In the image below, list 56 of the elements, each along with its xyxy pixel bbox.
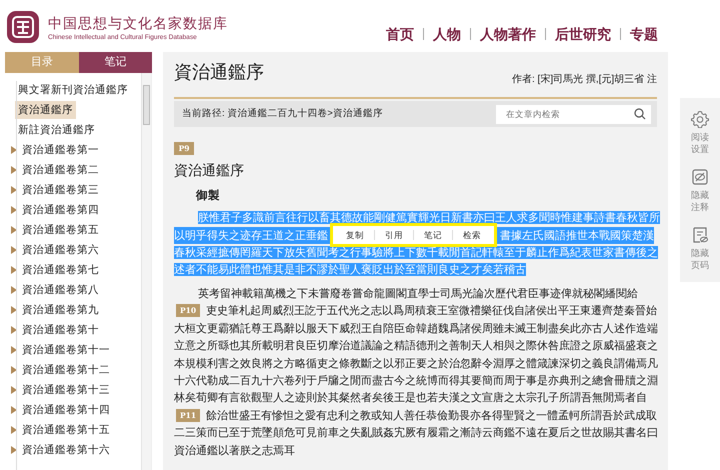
rail-label: 隐藏页码	[691, 247, 709, 271]
text-line: 餘治世盛王有慘怛之愛有忠利之教或知人善任恭儉勤畏亦各得聖賢之一體孟軻所謂吾於武成取	[206, 408, 658, 422]
text-line: 立意之所繇也其所載明君良臣切摩治道議論之精語德刑之善制天人相與之際休咎庶證之原威福盛衰之	[174, 339, 658, 352]
toolbar-button[interactable]: 复制	[342, 226, 368, 244]
rail-label: 阅读设置	[691, 131, 709, 155]
tree-item[interactable]: 資治通鑑卷第十六	[8, 441, 113, 459]
search-icon	[634, 108, 646, 120]
breadcrumb-path: 当前路径: 資治通鑑二百九十四卷>資治通鑑序	[182, 106, 383, 121]
tree-item[interactable]: 資治通鑑卷第二	[8, 161, 102, 179]
tree-item[interactable]: 資治通鑑卷第十五	[8, 421, 113, 439]
nav-link[interactable]: 人物	[424, 25, 470, 43]
text-line: 林矣荀卿有言欲觀聖人之迹則於其粲然者矣後王是也若夫漢之文宣唐之太宗孔子所謂吾無閒焉者自	[174, 391, 647, 404]
toolbar-button[interactable]: 检索	[459, 226, 485, 244]
text-line: 大桓文更霸猶託尊王爲辭以服天下威烈王自陪臣命韓趙魏爲諸侯周雖未滅王制盡矣此亦古人述作造端	[174, 322, 658, 335]
tree-item[interactable]: 資治通鑑卷第十一	[8, 341, 113, 359]
tree-item[interactable]: 資治通鑑卷第八	[8, 281, 102, 299]
author-text: 作者: [宋]司馬光 撰,[元]胡三省 注	[512, 72, 657, 87]
scrollbar[interactable]	[141, 73, 151, 470]
text-line: 十六代勒成二百九十六卷列于戶牖之閒而盡古今之統博而得其要簡而周于事是亦典刑之總會冊牘之淵	[174, 374, 658, 387]
text-line: 英考留神載籍萬機之下未嘗廢卷嘗命龍圖閣直學士司馬光論次歷代君臣事迹俾就秘閣繙閱給	[198, 286, 638, 300]
section-heading: 資治通鑑序	[174, 162, 245, 181]
sidebar-tab[interactable]: 笔记	[78, 52, 152, 73]
tree-item[interactable]: 資治通鑑卷第七	[8, 261, 102, 279]
tree-item[interactable]: 資治通鑑序	[15, 101, 76, 119]
nav-link[interactable]: 首页	[377, 25, 423, 43]
tree-item[interactable]: 資治通鑑卷第三	[8, 181, 102, 199]
tree-item[interactable]: 興文署新刊資治通鑑序	[15, 81, 131, 99]
tree-item[interactable]: 資治通鑑卷第四	[8, 201, 102, 219]
tree-item[interactable]: 新註資治通鑑序	[15, 121, 98, 139]
tree-item[interactable]: 資治通鑑卷第十	[8, 321, 102, 339]
toolbar-button[interactable]: 笔记	[420, 226, 446, 244]
tree-item[interactable]: 資治通鑑卷第六	[8, 241, 102, 259]
tree-item[interactable]: 資治通鑑卷第十四	[8, 401, 113, 419]
scroll-thumb[interactable]	[143, 85, 150, 125]
text-line: 二三策而已至于荒墜顛危可見前車之失亂賊姦宄厥有履霜之漸詩云商鑑不遠在夏后之世故賜其書名曰	[174, 426, 658, 440]
tree-item[interactable]: 資治通鑑卷第五	[8, 221, 102, 239]
text-line: 吏史筆札起周威烈王訖于五代光之志以爲周積衰王室微禮樂征伐自諸侯出平王東遷齊楚秦晉始	[206, 304, 658, 318]
section-subheading: 御製	[196, 187, 221, 204]
document-title: 資治通鑑序	[174, 61, 264, 83]
site-title: 中国思想与文化名家数据库	[48, 15, 228, 34]
search-field[interactable]: 在文章内检索	[496, 104, 651, 124]
nav-link[interactable]: 专题	[621, 25, 667, 43]
text-line: 資治通鑑以著朕之志焉耳	[174, 444, 295, 457]
eye-slash-icon	[691, 168, 709, 186]
tree-item[interactable]: 資治通鑑卷第九	[8, 301, 102, 319]
tree-item[interactable]: 資治通鑑卷第十二	[8, 361, 113, 379]
page-icon	[691, 226, 709, 244]
text-line: 本規模利害之效良將之方略循吏之條教斷之以邪正要之於治忽辭令淵厚之體箴諫深切之義良謂備焉凡	[174, 356, 658, 370]
logo-icon	[6, 10, 40, 44]
toolbar-button[interactable]: 引用	[381, 226, 407, 244]
nav-link[interactable]: 后世研究	[546, 25, 620, 43]
rail-label: 隐藏注释	[691, 189, 709, 213]
settings-icon	[691, 110, 709, 128]
tree-item[interactable]: 資治通鑑卷第十三	[8, 381, 113, 399]
tree-item[interactable]: 資治通鑑卷第一	[8, 141, 102, 159]
nav-link[interactable]: 人物著作	[471, 25, 545, 43]
